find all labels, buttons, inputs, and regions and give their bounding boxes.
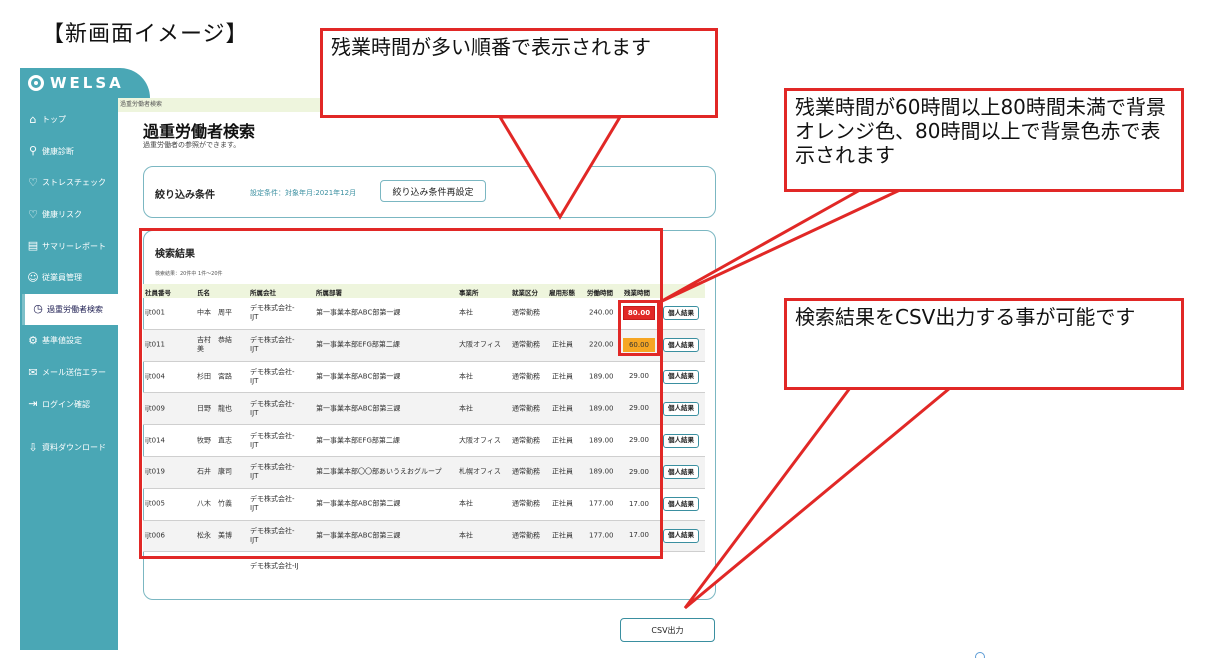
individual-result-button[interactable]: 個人結果 [663, 465, 699, 480]
filter-reset-button[interactable]: 絞り込み条件再設定 [380, 180, 486, 202]
heart-icon: ♡ [28, 175, 38, 189]
callout-csv-export: 検索結果をCSV出力する事が可能です [784, 298, 1184, 390]
sidebar-item-2[interactable]: ♡ ストレスチェック [20, 167, 118, 199]
individual-result-button[interactable]: 個人結果 [663, 497, 699, 512]
sidebar-item-4[interactable]: ▤ サマリーレポート [20, 230, 118, 262]
results-highlight-frame [139, 228, 663, 559]
sidebar-item-label: 過重労働者検索 [47, 304, 103, 314]
sidebar-item-label: 従業員管理 [42, 273, 82, 283]
sidebar-item-5[interactable]: ☺ 従業員管理 [20, 262, 118, 294]
document-icon: ▤ [27, 239, 39, 253]
overtime-highlight-frame [618, 300, 660, 356]
sidebar-item-6[interactable]: ◷ 過重労働者検索 [22, 293, 118, 326]
individual-result-button[interactable]: 個人結果 [663, 369, 699, 384]
home-icon: ⌂ [29, 112, 37, 126]
callout-color-rule: 残業時間が60時間以上80時間未満で背景オレンジ色、80時間以上で背景色赤で表示… [784, 88, 1184, 192]
person-icon: ☺ [27, 270, 39, 284]
logo-text: WELSA [50, 74, 124, 92]
csv-export-button[interactable]: CSV出力 [620, 618, 715, 642]
sidebar-item-label: トップ [42, 115, 66, 125]
pointer-csv [683, 386, 955, 610]
sidebar-nav: ⌂ トップ ⚲ 健康診断 ♡ ストレスチェック ♡ 健康リスク ▤ サマリーレポート ☺ 従業員管理 ◷… [20, 104, 118, 464]
sidebar-item-10[interactable]: ⇩ 資料ダウンロード [20, 432, 118, 464]
sidebar-item-label: メール送信エラー [42, 368, 106, 378]
cursor-indicator [975, 652, 985, 658]
sidebar-item-label: サマリーレポート [42, 241, 106, 251]
sidebar-item-label: 資料ダウンロード [42, 443, 106, 453]
app-logo[interactable]: WELSA [28, 72, 124, 94]
individual-result-button[interactable]: 個人結果 [663, 528, 699, 543]
individual-result-button[interactable]: 個人結果 [663, 401, 699, 416]
individual-result-button[interactable]: 個人結果 [663, 338, 699, 353]
filter-condition: 設定条件：対象年月:2021年12月 [250, 189, 357, 197]
sidebar-item-label: ストレスチェック [42, 178, 106, 188]
sidebar-item-label: 健康リスク [42, 210, 82, 220]
download-icon: ⇩ [28, 440, 38, 454]
mail-icon: ✉ [28, 365, 38, 379]
partial-row-company: デモ株式会社-IJ [250, 562, 299, 570]
sidebar-item-label: 基準値設定 [42, 336, 82, 346]
sidebar-item-8[interactable]: ✉ メール送信エラー [20, 357, 118, 389]
logo-icon [28, 75, 44, 91]
sidebar-item-0[interactable]: ⌂ トップ [20, 104, 118, 136]
filter-label: 絞り込み条件 [155, 190, 215, 201]
page-heading: 【新画面イメージ】 [42, 22, 249, 47]
sidebar-item-1[interactable]: ⚲ 健康診断 [20, 136, 118, 168]
page-subtitle: 過重労働者の参照ができます。 [143, 141, 241, 149]
sidebar-item-label: ログイン確認 [42, 399, 90, 409]
page-title: 過重労働者検索 [143, 122, 256, 141]
sidebar-item-7[interactable]: ⚙ 基準値設定 [20, 325, 118, 357]
individual-result-button[interactable]: 個人結果 [663, 306, 699, 321]
sidebar-item-9[interactable]: ⇥ ログイン確認 [20, 388, 118, 420]
search-icon: ⚲ [28, 144, 38, 158]
clock-icon: ◷ [33, 302, 43, 316]
sidebar-item-label: 健康診断 [42, 146, 74, 156]
callout-sort-order: 残業時間が多い順番で表示されます [320, 28, 718, 118]
login-icon: ⇥ [28, 397, 38, 411]
gear-icon: ⚙ [28, 333, 38, 347]
individual-result-button[interactable]: 個人結果 [663, 433, 699, 448]
sidebar-item-3[interactable]: ♡ 健康リスク [20, 199, 118, 231]
heart-pulse-icon: ♡ [28, 207, 38, 221]
